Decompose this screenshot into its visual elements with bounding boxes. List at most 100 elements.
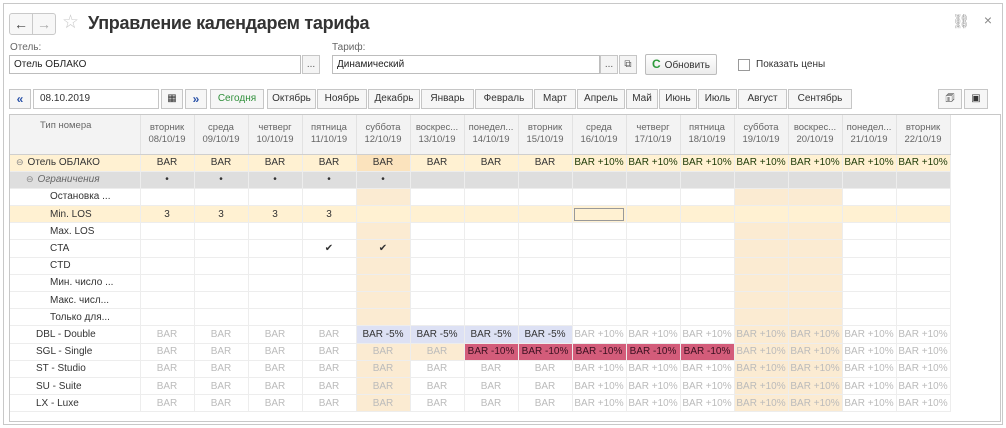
- rate-cell[interactable]: [194, 308, 249, 327]
- rate-cell[interactable]: ✔: [356, 239, 411, 258]
- date-column-header[interactable]: вторник 15/10/19: [518, 115, 573, 155]
- month-button[interactable]: Январь: [421, 89, 474, 109]
- rate-cell[interactable]: BAR: [248, 360, 303, 378]
- row-name-cell[interactable]: CTA: [10, 239, 141, 258]
- rate-cell[interactable]: [572, 222, 627, 241]
- month-button[interactable]: Июль: [698, 89, 737, 109]
- rate-cell[interactable]: [626, 171, 681, 189]
- row-name-cell[interactable]: Только для...: [10, 308, 141, 327]
- row-name-cell[interactable]: DBL - Double: [10, 325, 141, 344]
- table-row[interactable]: SGL - Single BAR BAR BAR BAR BAR BAR BAR -10% BA…: [10, 343, 951, 361]
- rate-cell[interactable]: [788, 239, 843, 258]
- rate-cell[interactable]: [680, 274, 735, 293]
- date-column-header[interactable]: пятница 11/10/19: [302, 115, 357, 155]
- close-icon[interactable]: ×: [984, 12, 992, 28]
- rate-cell[interactable]: •: [140, 171, 195, 189]
- rate-cell[interactable]: BAR: [518, 360, 573, 378]
- rate-cell[interactable]: BAR: [140, 343, 195, 361]
- rate-cell[interactable]: BAR +10%: [734, 343, 789, 361]
- rate-cell[interactable]: [248, 222, 303, 241]
- rate-cell[interactable]: [680, 205, 735, 224]
- date-column-header[interactable]: суббота 19/10/19: [734, 115, 789, 155]
- rate-cell[interactable]: [680, 239, 735, 258]
- rate-cell[interactable]: BAR +10%: [734, 377, 789, 396]
- rate-cell[interactable]: [896, 291, 951, 310]
- rate-cell[interactable]: BAR: [140, 377, 195, 396]
- rate-cell[interactable]: [896, 308, 951, 327]
- rate-cell[interactable]: BAR +10%: [680, 360, 735, 378]
- rate-cell[interactable]: BAR -5%: [356, 325, 411, 344]
- rate-cell[interactable]: [302, 188, 357, 207]
- export-button[interactable]: 🗊: [938, 89, 962, 109]
- rate-cell[interactable]: [734, 239, 789, 258]
- rate-cell[interactable]: BAR +10%: [680, 377, 735, 396]
- rate-cell[interactable]: [734, 257, 789, 275]
- rate-cell[interactable]: BAR: [302, 325, 357, 344]
- rate-cell[interactable]: BAR: [194, 377, 249, 396]
- date-column-header[interactable]: воскрес... 20/10/19: [788, 115, 843, 155]
- rate-cell[interactable]: [194, 291, 249, 310]
- rate-cell[interactable]: [410, 274, 465, 293]
- month-button[interactable]: Май: [626, 89, 658, 109]
- rate-cell[interactable]: [464, 188, 519, 207]
- table-row[interactable]: ⊖ Ограничения • • • • •: [10, 171, 951, 189]
- rate-cell[interactable]: [464, 222, 519, 241]
- rate-cell[interactable]: BAR: [410, 154, 465, 172]
- rate-cell[interactable]: [842, 222, 897, 241]
- rate-cell[interactable]: [410, 291, 465, 310]
- rate-cell[interactable]: [194, 257, 249, 275]
- rate-cell[interactable]: BAR: [140, 154, 195, 172]
- rate-cell[interactable]: [788, 222, 843, 241]
- rate-cell[interactable]: [356, 257, 411, 275]
- rate-cell[interactable]: 3: [194, 205, 249, 224]
- rate-cell[interactable]: BAR: [410, 343, 465, 361]
- rate-cell[interactable]: [140, 188, 195, 207]
- row-name-cell[interactable]: Мин. число ...: [10, 274, 141, 293]
- rate-cell[interactable]: BAR: [464, 360, 519, 378]
- rate-cell[interactable]: [248, 188, 303, 207]
- rate-cell[interactable]: BAR -10%: [464, 343, 519, 361]
- hotel-select-button[interactable]: ...: [302, 55, 320, 74]
- rate-cell[interactable]: [140, 239, 195, 258]
- rate-cell[interactable]: [140, 257, 195, 275]
- rate-cell[interactable]: [734, 222, 789, 241]
- collapse-icon[interactable]: ⊖: [16, 157, 24, 167]
- rate-cell[interactable]: [842, 257, 897, 275]
- rate-cell[interactable]: [248, 274, 303, 293]
- rate-cell[interactable]: BAR +10%: [842, 360, 897, 378]
- rate-cell[interactable]: BAR: [410, 360, 465, 378]
- table-row[interactable]: Только для...: [10, 308, 951, 327]
- rate-cell[interactable]: BAR: [248, 325, 303, 344]
- rate-cell[interactable]: [464, 291, 519, 310]
- rate-cell[interactable]: [626, 188, 681, 207]
- rate-cell[interactable]: [680, 188, 735, 207]
- rate-cell[interactable]: BAR +10%: [626, 394, 681, 413]
- rate-cell[interactable]: [842, 205, 897, 224]
- rate-cell[interactable]: [410, 239, 465, 258]
- rate-cell[interactable]: [410, 308, 465, 327]
- row-name-cell[interactable]: Min. LOS: [10, 205, 141, 224]
- rate-cell[interactable]: [626, 308, 681, 327]
- rate-cell[interactable]: [896, 188, 951, 207]
- rate-cell[interactable]: [734, 291, 789, 310]
- rate-cell[interactable]: •: [248, 171, 303, 189]
- show-prices-checkbox[interactable]: [738, 59, 750, 71]
- rate-cell[interactable]: BAR: [302, 377, 357, 396]
- rate-cell[interactable]: [842, 274, 897, 293]
- rate-cell[interactable]: [680, 257, 735, 275]
- rate-cell[interactable]: •: [302, 171, 357, 189]
- rate-cell[interactable]: [788, 205, 843, 224]
- rate-cell[interactable]: BAR +10%: [626, 154, 681, 172]
- rate-cell[interactable]: [734, 171, 789, 189]
- table-row[interactable]: SU - Suite BAR BAR BAR BAR BAR BAR BAR BAR BAR +1…: [10, 377, 951, 396]
- rate-cell[interactable]: [680, 308, 735, 327]
- rate-cell[interactable]: BAR: [248, 377, 303, 396]
- refresh-button[interactable]: C Обновить: [645, 54, 717, 75]
- rate-cell[interactable]: [410, 188, 465, 207]
- rate-cell[interactable]: •: [356, 171, 411, 189]
- rate-cell[interactable]: BAR -10%: [680, 343, 735, 361]
- rate-cell[interactable]: BAR +10%: [788, 394, 843, 413]
- rate-cell[interactable]: BAR +10%: [896, 343, 951, 361]
- rate-cell[interactable]: [302, 308, 357, 327]
- rate-cell[interactable]: [356, 205, 411, 224]
